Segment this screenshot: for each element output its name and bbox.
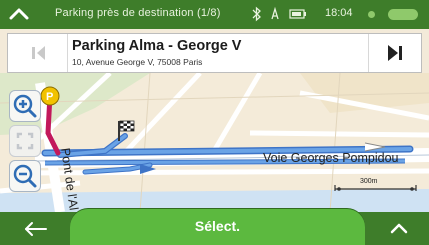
fit-view-button[interactable] (9, 125, 41, 157)
next-result-button[interactable] (368, 34, 421, 72)
zoom-in-icon (13, 94, 37, 118)
svg-text:P: P (46, 91, 53, 103)
results-title: Parking près de destination (1/8) (55, 7, 221, 19)
scale-label: 300m (360, 178, 378, 185)
map-scale: 300m (333, 178, 418, 192)
select-button[interactable]: Sélect. (70, 209, 365, 245)
zoom-out-icon (13, 164, 37, 188)
parking-marker: P (40, 86, 60, 106)
zoom-out-button[interactable] (9, 160, 41, 192)
bluetooth-icon (252, 6, 261, 22)
status-icons (252, 6, 306, 22)
back-button[interactable] (0, 212, 70, 245)
gps-icon (271, 6, 279, 20)
road-label-voie-georges-pompidou: Voie Georges Pompidou (263, 151, 399, 165)
back-arrow-icon (25, 222, 47, 236)
poi-name: Parking Alma - George V (72, 38, 242, 54)
status-bar: Parking près de destination (1/8) 18:04 (0, 0, 429, 29)
chevron-up-icon (390, 223, 408, 234)
signal-pill (388, 9, 418, 20)
previous-icon (32, 46, 45, 60)
poi-address: 10, Avenue George V, 75008 Paris (72, 57, 203, 67)
battery-icon (289, 9, 306, 19)
poi-info-bar: Parking Alma - George V 10, Avenue Georg… (7, 33, 422, 73)
next-icon (388, 45, 402, 61)
zoom-in-button[interactable] (9, 90, 41, 122)
gps-status-dot (368, 11, 375, 18)
chevron-up-icon[interactable] (8, 6, 30, 22)
fit-view-icon (16, 132, 34, 150)
more-options-button[interactable] (369, 212, 429, 245)
select-button-label: Sélect. (194, 218, 241, 234)
clock: 18:04 (325, 7, 353, 19)
map-view[interactable]: P Voie Georges Pompidou Pont de l'Al 300… (0, 73, 429, 212)
previous-result-button[interactable] (8, 34, 68, 72)
navigation-screen: Parking près de destination (1/8) 18:04 (0, 0, 429, 245)
